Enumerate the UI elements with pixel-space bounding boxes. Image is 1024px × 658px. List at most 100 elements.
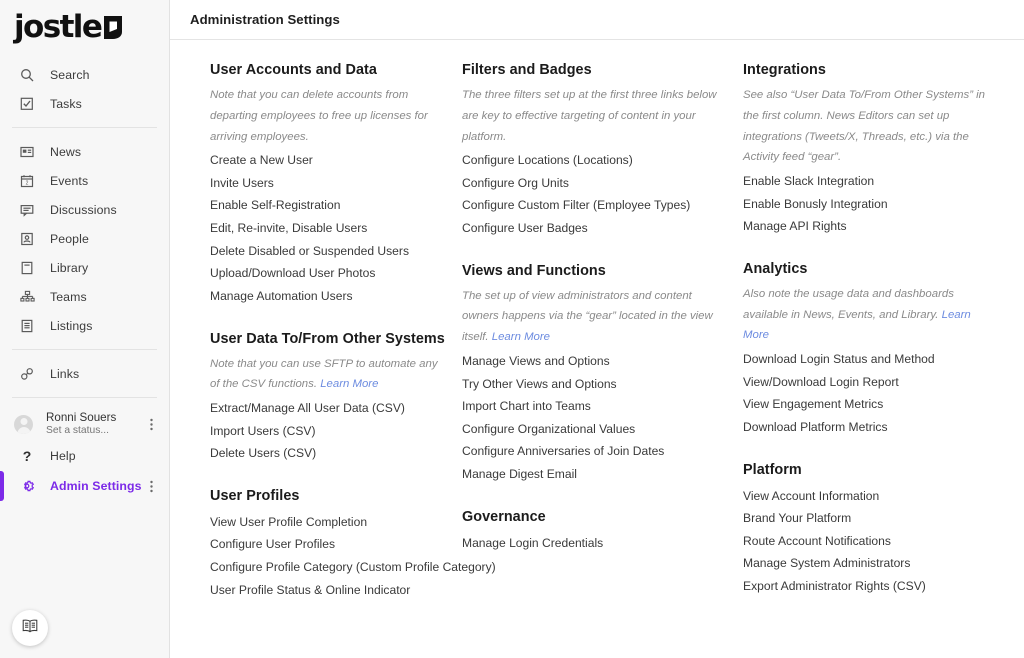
sidebar-item-search[interactable]: Search: [0, 60, 169, 89]
brand-name: jostle: [14, 12, 101, 43]
settings-group: Filters and BadgesThe three filters set …: [462, 62, 723, 240]
brand-logo[interactable]: jostle: [0, 0, 169, 44]
settings-link[interactable]: Download Login Status and Method: [743, 348, 991, 371]
settings-link[interactable]: Import Chart into Teams: [462, 395, 723, 418]
listings-icon: [18, 317, 36, 335]
settings-link[interactable]: Configure Anniversaries of Join Dates: [462, 440, 723, 463]
settings-group: AnalyticsAlso note the usage data and da…: [743, 261, 991, 439]
settings-link[interactable]: Create a New User: [210, 149, 445, 172]
sidebar-divider-1: [12, 127, 157, 128]
settings-link[interactable]: View Engagement Metrics: [743, 393, 991, 416]
tasks-checkbox-icon: [18, 95, 36, 113]
settings-group-description: Note that you can use SFTP to automate a…: [210, 354, 445, 396]
settings-link[interactable]: View Account Information: [743, 485, 991, 508]
sidebar-profile[interactable]: Ronni Souers Set a status...: [0, 407, 169, 441]
news-icon: [18, 143, 36, 161]
settings-link-list: View Account InformationBrand Your Platf…: [743, 485, 991, 598]
sidebar-item-label: Discussions: [50, 203, 117, 217]
settings-link[interactable]: Brand Your Platform: [743, 507, 991, 530]
settings-link[interactable]: Configure Profile Category (Custom Profi…: [210, 556, 445, 579]
settings-link-list: Download Login Status and MethodView/Dow…: [743, 348, 991, 438]
settings-link[interactable]: Enable Self-Registration: [210, 194, 445, 217]
search-icon: [18, 66, 36, 84]
settings-link[interactable]: Manage Automation Users: [210, 285, 445, 308]
sidebar-item-label: Library: [50, 261, 88, 275]
guide-fab-button[interactable]: [12, 610, 48, 646]
sidebar-item-discussions[interactable]: Discussions: [0, 195, 169, 224]
settings-group: User Profiles View User Profile Completio…: [210, 488, 445, 601]
settings-link[interactable]: View/Download Login Report: [743, 371, 991, 394]
sidebar-item-label: Admin Settings: [50, 479, 142, 493]
settings-link[interactable]: Manage System Administrators: [743, 552, 991, 575]
settings-column-1: User Accounts and DataNote that you can …: [170, 62, 455, 624]
profile-texts: Ronni Souers Set a status...: [46, 411, 116, 437]
settings-link[interactable]: Import Users (CSV): [210, 420, 445, 443]
settings-link[interactable]: Export Administrator Rights (CSV): [743, 575, 991, 598]
settings-link-list: Manage Views and OptionsTry Other Views …: [462, 350, 723, 486]
settings-link[interactable]: Configure User Profiles: [210, 533, 445, 556]
settings-link[interactable]: Upload/Download User Photos: [210, 262, 445, 285]
settings-link[interactable]: Configure Locations (Locations): [462, 149, 723, 172]
library-icon: [18, 259, 36, 277]
settings-link[interactable]: Download Platform Metrics: [743, 416, 991, 439]
sidebar-item-listings[interactable]: Listings: [0, 311, 169, 340]
settings-link-list: View User Profile CompletionConfigure Us…: [210, 511, 445, 601]
settings-link[interactable]: Edit, Re-invite, Disable Users: [210, 217, 445, 240]
settings-link[interactable]: Enable Slack Integration: [743, 170, 991, 193]
sidebar-item-label: Teams: [50, 290, 87, 304]
profile-name: Ronni Souers: [46, 411, 116, 425]
settings-link[interactable]: Manage API Rights: [743, 215, 991, 238]
sidebar-item-label: Search: [50, 68, 90, 82]
description-text: The three filters set up at the first th…: [462, 89, 717, 143]
settings-link[interactable]: Route Account Notifications: [743, 530, 991, 553]
profile-overflow-menu-icon[interactable]: [144, 418, 159, 431]
settings-link[interactable]: Configure Custom Filter (Employee Types): [462, 194, 723, 217]
sidebar-item-people[interactable]: People: [0, 224, 169, 253]
sidebar-item-label: People: [50, 232, 89, 246]
sidebar-item-news[interactable]: News: [0, 137, 169, 166]
book-guide-icon: [21, 618, 39, 639]
settings-link[interactable]: User Profile Status & Online Indicator: [210, 579, 445, 602]
description-text: See also “User Data To/From Other System…: [743, 89, 985, 163]
settings-link[interactable]: Configure User Badges: [462, 217, 723, 240]
sidebar-item-tasks[interactable]: Tasks: [0, 89, 169, 118]
settings-link[interactable]: Configure Organizational Values: [462, 418, 723, 441]
sidebar-item-help[interactable]: ? Help: [0, 441, 169, 471]
sidebar-item-label: News: [50, 145, 81, 159]
settings-link[interactable]: Manage Digest Email: [462, 463, 723, 486]
sidebar: jostle Search: [0, 0, 170, 658]
sidebar-item-events[interactable]: 2 Events: [0, 166, 169, 195]
settings-link[interactable]: Invite Users: [210, 172, 445, 195]
settings-link[interactable]: Manage Login Credentials: [462, 532, 723, 555]
settings-column-3: Integrations See also “User Data To/From …: [733, 62, 1001, 624]
settings-group-description: The three filters set up at the first th…: [462, 85, 723, 147]
learn-more-link[interactable]: Learn More: [320, 378, 378, 390]
settings-link[interactable]: Delete Users (CSV): [210, 442, 445, 465]
settings-link[interactable]: View User Profile Completion: [210, 511, 445, 534]
sidebar-item-admin-settings[interactable]: Admin Settings: [0, 471, 169, 501]
jostle-cube-icon: [103, 15, 123, 40]
admin-overflow-menu-icon[interactable]: [144, 480, 159, 493]
sidebar-item-library[interactable]: Library: [0, 253, 169, 282]
learn-more-link[interactable]: Learn More: [492, 331, 550, 343]
settings-group: Views and FunctionsThe set up of view ad…: [462, 263, 723, 486]
settings-link[interactable]: Manage Views and Options: [462, 350, 723, 373]
settings-link[interactable]: Enable Bonusly Integration: [743, 193, 991, 216]
settings-link[interactable]: Try Other Views and Options: [462, 373, 723, 396]
sidebar-item-links[interactable]: Links: [0, 359, 169, 388]
settings-link[interactable]: Extract/Manage All User Data (CSV): [210, 397, 445, 420]
settings-group-title: User Profiles: [210, 488, 445, 504]
settings-link[interactable]: Delete Disabled or Suspended Users: [210, 240, 445, 263]
sidebar-item-teams[interactable]: Teams: [0, 282, 169, 311]
settings-group-title: Governance: [462, 509, 723, 525]
discussions-icon: [18, 201, 36, 219]
sidebar-item-label: Listings: [50, 319, 93, 333]
settings-group: Integrations See also “User Data To/From …: [743, 62, 991, 238]
settings-group: Governance Manage Login Credentials: [462, 509, 723, 555]
settings-group-description: Also note the usage data and dashboards …: [743, 284, 991, 346]
settings-link[interactable]: Configure Org Units: [462, 172, 723, 195]
settings-group: User Accounts and DataNote that you can …: [210, 62, 445, 308]
svg-text:2: 2: [26, 180, 29, 186]
settings-group-title: Integrations: [743, 62, 991, 78]
settings-link-list: Configure Locations (Locations)Configure…: [462, 149, 723, 239]
